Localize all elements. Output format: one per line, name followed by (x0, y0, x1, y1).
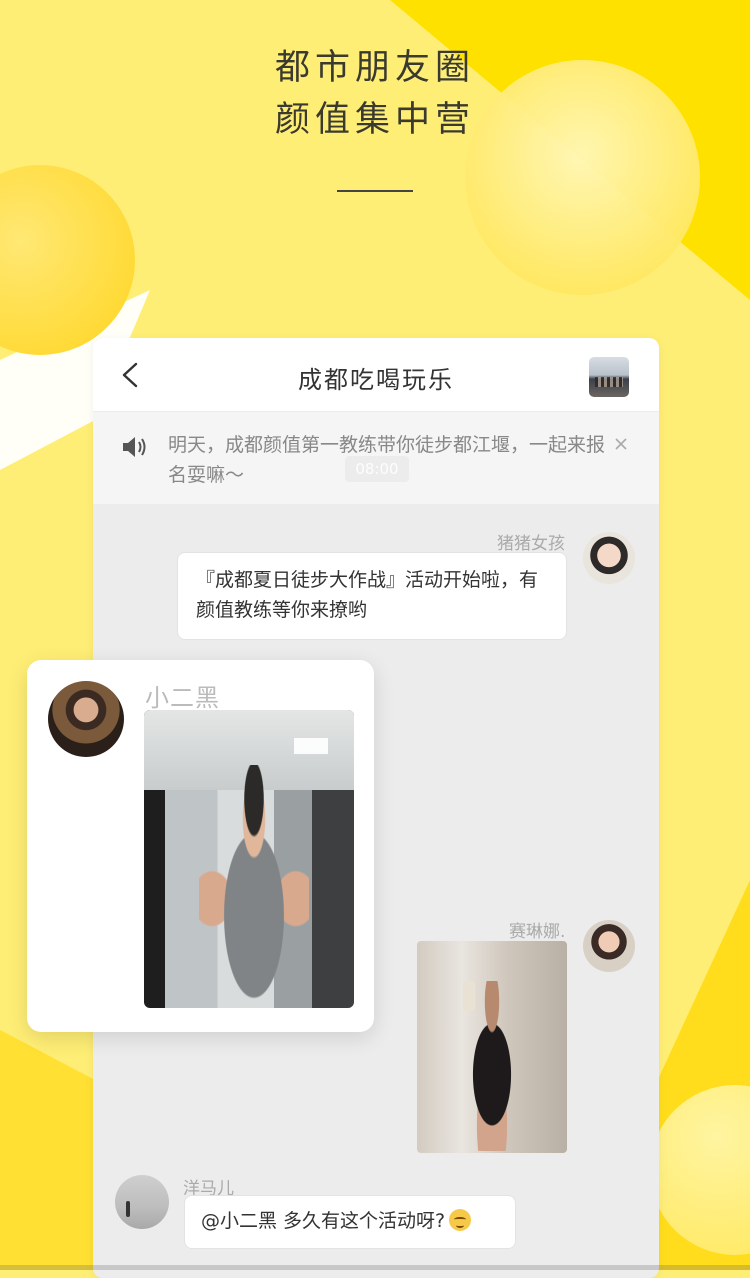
message-bubble: @小二黑 多久有这个活动呀? (184, 1195, 516, 1249)
emoji-icon (449, 1209, 472, 1231)
notice-banner[interactable]: 明天，成都颜值第一教练带你徒步都江堰，一起来报名耍嘛～ 08:00 (93, 412, 659, 504)
notice-timestamp: 08:00 (345, 456, 409, 482)
avatar[interactable] (115, 1175, 169, 1229)
headline: 都市朋友圈 颜值集中营 (0, 42, 750, 192)
group-avatar[interactable] (589, 357, 629, 397)
highlight-card[interactable]: 小二黑 (27, 660, 374, 1032)
headline-line-1: 都市朋友圈 (274, 48, 475, 88)
message-nickname: 猪猪女孩 (497, 534, 565, 554)
avatar[interactable] (48, 681, 124, 757)
photo-subject (199, 765, 309, 1008)
speaker-icon (123, 437, 146, 457)
avatar[interactable] (583, 532, 635, 584)
message-photo[interactable] (417, 941, 567, 1153)
message-nickname: 赛琳娜. (509, 922, 566, 942)
headline-line-2: 颜值集中营 (274, 100, 475, 140)
photo-detail (294, 738, 328, 754)
highlight-photo[interactable] (144, 710, 354, 1008)
photo-subject (457, 981, 527, 1151)
chat-header: 成都吃喝玩乐 (93, 338, 659, 412)
chat-title: 成都吃喝玩乐 (298, 366, 454, 394)
close-icon[interactable] (613, 436, 629, 452)
message-text: @小二黑 多久有这个活动呀? (201, 1210, 446, 1232)
highlight-nickname: 小二黑 (145, 684, 220, 712)
avatar[interactable] (583, 920, 635, 972)
bottom-edge (0, 1265, 750, 1270)
message-bubble: 『成都夏日徒步大作战』活动开始啦，有颜值教练等你来撩哟 (177, 552, 567, 640)
headline-divider (337, 190, 413, 192)
